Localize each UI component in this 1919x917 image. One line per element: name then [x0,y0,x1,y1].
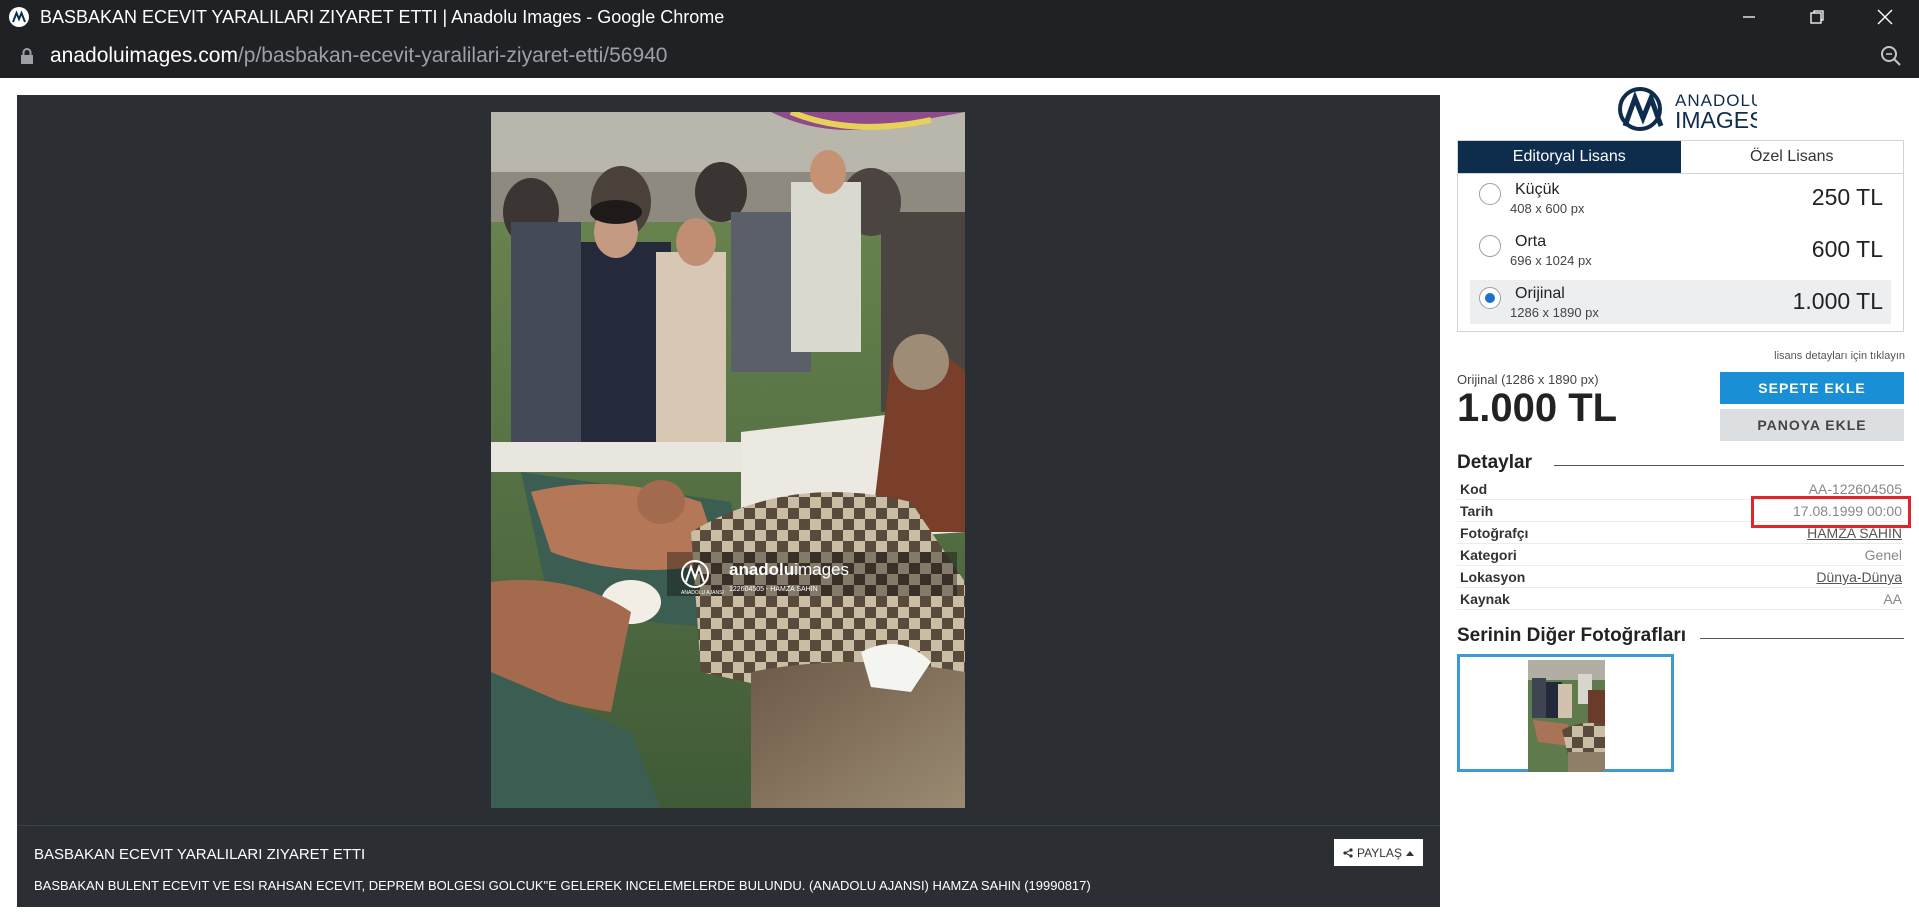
anadolu-images-logo[interactable]: ANADOLU IMAGES [1617,86,1764,133]
close-icon[interactable] [1851,0,1919,34]
caption-description: BASBAKAN BULENT ECEVIT VE ESI RAHSAN ECE… [34,878,1091,893]
radio-small[interactable] [1479,183,1501,205]
share-label: PAYLAŞ [1357,845,1402,860]
detail-value: AA-122604505 [1808,481,1902,497]
detail-value: AA [1883,591,1902,607]
size-dimensions: 696 x 1024 px [1510,253,1592,268]
size-name: Orijinal [1515,285,1565,302]
logo-line2: IMAGES [1675,107,1757,132]
detail-label: Kod [1460,481,1488,497]
detail-label: Tarih [1460,503,1494,519]
size-option-medium[interactable]: Orta 696 x 1024 px 600 TL [1470,228,1891,272]
series-thumbnail-image[interactable] [1528,660,1605,772]
anadolu-agency-icon [9,7,29,27]
main-photo[interactable]: ANADOLU AJANSI anadoluimages 122604505 -… [491,112,965,808]
detail-label: Kategori [1460,547,1517,563]
detail-label: Fotoğrafçı [1460,525,1529,541]
size-price: 600 TL [1811,236,1883,262]
caret-up-icon [1405,850,1414,856]
selected-size-label: Orijinal (1286 x 1890 px) [1457,372,1599,387]
zoom-icon[interactable] [1879,44,1903,68]
window-title: BASBAKAN ECEVIT YARALILARI ZIYARET ETTI … [40,6,725,27]
url-text[interactable]: anadoluimages.com/p/basbakan-ecevit-yara… [50,44,668,68]
size-name: Orta [1515,233,1547,250]
license-details-link[interactable]: lisans detayları için tıklayın [1774,350,1905,362]
address-bar[interactable]: anadoluimages.com/p/basbakan-ecevit-yara… [0,34,1919,78]
share-icon [1343,847,1353,858]
detail-label: Kaynak [1460,591,1510,607]
radio-medium[interactable] [1479,235,1501,257]
minimize-icon[interactable] [1715,0,1783,34]
size-option-small[interactable]: Küçük 408 x 600 px 250 TL [1470,176,1891,220]
date-highlight-box [1751,496,1911,528]
image-viewer: ANADOLU AJANSI anadoluimages 122604505 -… [17,95,1440,907]
detail-label: Lokasyon [1460,569,1526,585]
size-options: Küçük 408 x 600 px 250 TL Orta 696 x 102… [1457,174,1904,332]
share-button[interactable]: PAYLAŞ [1334,839,1423,866]
radio-original[interactable] [1479,287,1501,309]
detail-row-location: Lokasyon Dünya-Dünya [1457,566,1904,588]
series-thumbnail[interactable] [1457,654,1674,772]
tab-editorial-license[interactable]: Editoryal Lisans [1458,141,1681,173]
url-path: /p/basbakan-ecevit-yaralilari-ziyaret-et… [237,44,668,67]
details-divider [1554,465,1904,466]
detail-value: Genel [1864,547,1902,563]
lock-icon [21,48,33,64]
series-heading: Serinin Diğer Fotoğrafları [1457,625,1687,646]
size-price: 1.000 TL [1792,288,1883,314]
watermark-brand-prefix: anadolu [729,560,794,579]
watermark-line: 122604505 - HAMZA SAHIN [729,586,818,593]
size-price: 250 TL [1811,184,1883,210]
size-dimensions: 1286 x 1890 px [1510,305,1599,320]
restore-icon[interactable] [1783,0,1851,34]
watermark-brand-suffix: images [794,560,849,579]
series-divider [1700,638,1904,639]
svg-text:anadoluimages: anadoluimages [729,560,849,579]
license-tabs: Editoryal Lisans Özel Lisans [1457,140,1904,174]
size-option-original[interactable]: Orijinal 1286 x 1890 px 1.000 TL [1470,280,1891,324]
caption-bar: BASBAKAN ECEVIT YARALILARI ZIYARET ETTI … [17,825,1440,907]
details-heading: Detaylar [1457,452,1532,473]
window-title-bar: BASBAKAN ECEVIT YARALILARI ZIYARET ETTI … [0,0,1919,34]
add-to-board-button[interactable]: PANOYA EKLE [1720,409,1904,441]
size-name: Küçük [1515,181,1560,198]
url-host: anadoluimages.com [50,44,238,67]
caption-title: BASBAKAN ECEVIT YARALILARI ZIYARET ETTI [34,846,366,863]
watermark-agency: ANADOLU AJANSI [681,590,724,596]
tab-special-license[interactable]: Özel Lisans [1680,141,1903,173]
detail-row-source: Kaynak AA [1457,588,1904,610]
add-to-cart-button[interactable]: SEPETE EKLE [1720,372,1904,404]
window-controls [1715,0,1919,34]
selected-price: 1.000 TL [1457,386,1618,430]
size-dimensions: 408 x 600 px [1510,201,1585,216]
location-link[interactable]: Dünya-Dünya [1816,569,1902,585]
detail-row-category: Kategori Genel [1457,544,1904,566]
